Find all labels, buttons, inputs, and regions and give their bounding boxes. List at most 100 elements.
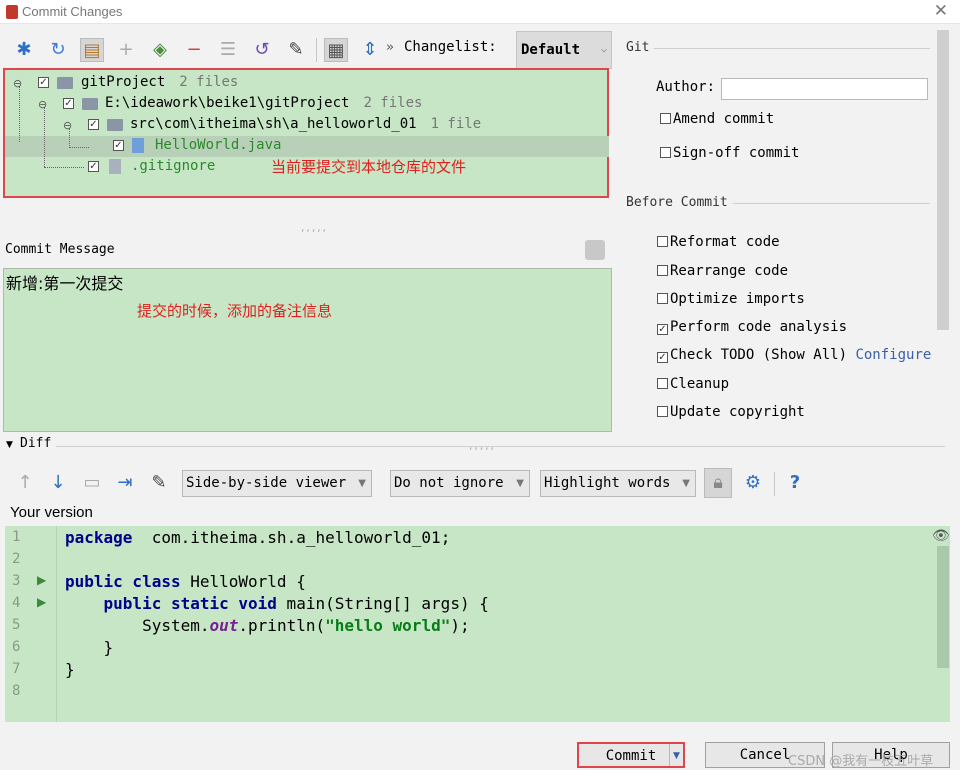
option-checkbox[interactable]: ✓ — [657, 324, 668, 335]
splitter-handle[interactable]: ,,,,, — [468, 442, 495, 452]
line-number: 6 — [12, 639, 21, 655]
next-diff-icon[interactable]: ↓ — [47, 472, 69, 494]
changelist-select[interactable]: Default ⌵ — [516, 31, 612, 69]
before-commit-option[interactable]: Rearrange code — [657, 263, 788, 279]
rollback-icon[interactable]: ↺ — [250, 38, 274, 62]
collapse-icon[interactable]: ⇕ — [358, 38, 382, 62]
collapse-triangle-icon[interactable]: ▼ — [6, 440, 13, 450]
option-checkbox[interactable] — [657, 378, 668, 389]
root-checkbox[interactable]: ✓ — [38, 77, 49, 88]
add-icon[interactable]: + — [114, 38, 138, 62]
changelist-value: Default — [521, 42, 581, 58]
scrollbar[interactable] — [937, 546, 949, 668]
close-icon[interactable]: ✕ — [934, 1, 948, 21]
overflow-icon[interactable]: » — [386, 40, 394, 55]
repo-checkbox[interactable]: ✓ — [63, 98, 74, 109]
amend-commit-option[interactable]: Amend commit — [660, 111, 774, 127]
title-bar: Commit Changes ✕ — [0, 0, 960, 24]
tree-item-repo[interactable]: E:\ideawork\beike1\gitProject 2 files — [105, 93, 422, 114]
splitter-handle[interactable]: ,,,,, — [300, 224, 327, 234]
message-annotation: 提交的时候，添加的备注信息 — [137, 302, 333, 320]
move-icon[interactable]: ☰ — [216, 38, 240, 62]
before-commit-option[interactable]: Optimize imports — [657, 291, 805, 307]
option-checkbox[interactable]: ✓ — [657, 352, 668, 363]
before-commit-title: Before Commit — [626, 195, 728, 210]
show-diff-icon[interactable]: ✱ — [12, 38, 36, 62]
tree-item-label: gitProject — [81, 74, 166, 90]
before-commit-option[interactable]: Reformat code — [657, 234, 780, 250]
collapse-toggle-icon[interactable]: ⊖ — [38, 98, 47, 111]
tree-item-root[interactable]: gitProject 2 files — [81, 72, 238, 93]
changes-tree: ⊖ ✓ gitProject 2 files ⊖ ✓ E:\ideawork\be… — [3, 68, 609, 198]
file-count: 2 files — [363, 95, 423, 111]
edit-icon[interactable]: ✎ — [148, 472, 170, 494]
tree-item-dir[interactable]: src\com\itheima\sh\a_helloworld_01 1 file — [130, 114, 481, 135]
code-token: out — [209, 616, 239, 635]
lock-icon[interactable]: 🔒︎ — [704, 468, 732, 498]
selected-row — [5, 136, 609, 157]
option-checkbox[interactable] — [657, 236, 668, 247]
code-token: com.itheima.sh.a_helloworld_01; — [132, 528, 451, 547]
help-icon[interactable]: ? — [784, 472, 806, 494]
toolbar-separator — [774, 472, 775, 496]
dir-checkbox[interactable]: ✓ — [88, 119, 99, 130]
file-checkbox[interactable]: ✓ — [88, 161, 99, 172]
signoff-commit-option[interactable]: Sign-off commit — [660, 145, 799, 161]
diff-label: Diff — [20, 436, 52, 451]
gear-icon[interactable]: ⚙ — [742, 472, 764, 494]
app-icon — [6, 5, 18, 19]
option-label: Optimize imports — [670, 291, 805, 307]
code-token: } — [65, 660, 75, 679]
scrollbar[interactable] — [937, 30, 949, 330]
remove-icon[interactable]: − — [182, 38, 206, 62]
changelist-label: Changelist: — [404, 39, 497, 55]
chevron-down-icon: ▼ — [358, 478, 366, 489]
line-number: 1 — [12, 529, 21, 545]
files-annotation: 当前要提交到本地仓库的文件 — [271, 158, 467, 176]
amend-checkbox[interactable] — [660, 113, 671, 124]
before-commit-option[interactable]: Cleanup — [657, 376, 729, 392]
run-gutter-icon[interactable]: ▶ — [37, 573, 46, 587]
code-token: main(String[] args) { — [276, 594, 489, 613]
viewer-value: Side-by-side viewer — [186, 475, 347, 491]
chevron-down-icon[interactable]: ▼ — [669, 744, 683, 766]
signoff-checkbox[interactable] — [660, 147, 671, 158]
eye-icon[interactable]: 👁︎ — [932, 528, 950, 544]
tree-line — [19, 86, 20, 142]
commit-button[interactable]: Commit ▼ — [577, 742, 685, 768]
edit-source-icon[interactable]: ✎ — [284, 38, 308, 62]
compare-icon[interactable]: ▭ — [81, 472, 103, 494]
shelve-icon[interactable]: ◈ — [148, 38, 172, 62]
whitespace-select[interactable]: Do not ignore ▼ — [390, 470, 530, 497]
before-commit-option[interactable]: ✓ Check TODO (Show All) Configure — [657, 347, 931, 363]
viewer-select[interactable]: Side-by-side viewer ▼ — [182, 470, 372, 497]
refresh-icon[interactable]: ↻ — [46, 38, 70, 62]
code-line: public static void main(String[] args) { — [65, 594, 489, 613]
group-by-icon[interactable]: ▤ — [80, 38, 104, 62]
tree-item-file[interactable]: HelloWorld.java — [155, 135, 281, 156]
before-commit-option[interactable]: ✓ Perform code analysis — [657, 319, 847, 335]
collapse-toggle-icon[interactable]: ⊖ — [63, 119, 72, 132]
run-gutter-icon[interactable]: ▶ — [37, 595, 46, 609]
option-label: Reformat code — [670, 234, 780, 250]
configure-link[interactable]: Configure — [855, 347, 931, 363]
file-checkbox[interactable]: ✓ — [113, 140, 124, 151]
toolbar-separator — [316, 38, 317, 62]
expand-icon[interactable]: ▦ — [324, 38, 348, 62]
jump-to-source-icon[interactable]: ⇥ — [114, 472, 136, 494]
option-checkbox[interactable] — [657, 293, 668, 304]
message-history-icon[interactable] — [585, 240, 605, 260]
code-token: public class — [65, 572, 181, 591]
option-checkbox[interactable] — [657, 265, 668, 276]
collapse-toggle-icon[interactable]: ⊖ — [13, 77, 22, 90]
chevron-down-icon: ▼ — [682, 478, 690, 489]
highlight-select[interactable]: Highlight words ▼ — [540, 470, 696, 497]
author-input[interactable] — [721, 78, 928, 100]
divider — [654, 48, 930, 49]
tree-item-file[interactable]: .gitignore — [131, 156, 215, 177]
prev-diff-icon[interactable]: ↑ — [14, 472, 36, 494]
before-commit-option[interactable]: Update copyright — [657, 404, 805, 420]
code-token: ); — [450, 616, 470, 635]
option-checkbox[interactable] — [657, 406, 668, 417]
